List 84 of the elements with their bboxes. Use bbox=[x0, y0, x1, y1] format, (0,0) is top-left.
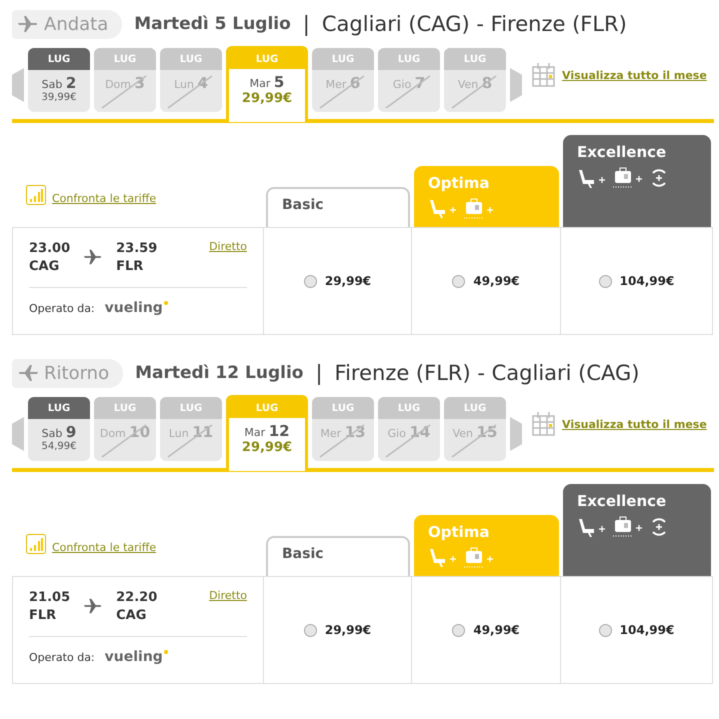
compare-link[interactable]: Confronta le tariffe bbox=[52, 192, 156, 205]
luggage-plus-icon bbox=[611, 516, 645, 538]
separator: | bbox=[315, 361, 323, 385]
fare-price: 49,99€ bbox=[473, 623, 520, 637]
calendar-icon[interactable] bbox=[532, 62, 556, 88]
unavailable-slash-icon bbox=[100, 74, 148, 110]
month-label: LUG bbox=[28, 48, 90, 70]
compare-link[interactable]: Confronta le tariffe bbox=[52, 541, 156, 554]
separator: | bbox=[302, 12, 310, 36]
unavailable-slash-icon bbox=[450, 423, 498, 459]
unavailable-slash-icon bbox=[318, 74, 366, 110]
route-title: Firenze (FLR) - Cagliari (CAG) bbox=[334, 361, 640, 385]
dot-icon bbox=[164, 650, 168, 654]
fare-radio[interactable] bbox=[304, 274, 317, 288]
flight-date: Martedì 5 Luglio bbox=[134, 14, 291, 34]
plane-icon bbox=[84, 597, 102, 615]
day-price: 39,99€ bbox=[42, 92, 76, 103]
unavailable-slash-icon bbox=[166, 423, 214, 459]
unavailable-slash-icon bbox=[384, 423, 432, 459]
luggage-plus-icon bbox=[462, 198, 496, 220]
month-label: LUG bbox=[28, 397, 90, 419]
unavailable-slash-icon bbox=[166, 74, 214, 110]
fare-name: Basic bbox=[282, 197, 325, 213]
day-price: 29,99€ bbox=[242, 91, 292, 106]
month-link[interactable]: Visualizza tutto il mese bbox=[562, 68, 707, 82]
fare-name: Basic bbox=[282, 546, 325, 562]
fare-radio[interactable] bbox=[304, 624, 317, 636]
fare-name: Optima bbox=[428, 174, 491, 192]
departure: 23.00 CAG bbox=[29, 240, 70, 276]
carrier-logo: vueling bbox=[104, 300, 163, 316]
day-tab[interactable]: LUG Sab 9 54,99€ bbox=[28, 397, 90, 461]
route-title: Cagliari (CAG) - Firenze (FLR) bbox=[322, 12, 627, 36]
day-tab[interactable]: LUG Mar 5 29,99€ bbox=[226, 46, 308, 122]
departure: 21.05 FLR bbox=[29, 589, 70, 624]
plane-icon bbox=[84, 248, 102, 266]
carrier-logo: vueling bbox=[104, 649, 163, 666]
fare-radio[interactable] bbox=[598, 624, 612, 636]
operated-label: Operato da: bbox=[29, 650, 95, 664]
fare-price: 29,99€ bbox=[324, 274, 372, 288]
unavailable-slash-icon bbox=[450, 74, 498, 110]
month-label: LUG bbox=[229, 398, 305, 418]
month-label: LUG bbox=[229, 49, 305, 69]
fare-name: Excellence bbox=[577, 143, 668, 161]
fare-price: 49,99€ bbox=[473, 274, 520, 288]
fare-radio[interactable] bbox=[452, 624, 466, 636]
fare-name: Excellence bbox=[577, 492, 668, 510]
day-label: Sab 9 bbox=[42, 423, 76, 441]
unavailable-slash-icon bbox=[384, 74, 432, 110]
direct-link[interactable]: Diretto bbox=[209, 240, 247, 253]
calendar-icon[interactable] bbox=[532, 411, 556, 437]
direct-link[interactable]: Diretto bbox=[209, 589, 247, 602]
fare-name: Optima bbox=[428, 523, 491, 541]
leg-label: Ritorno bbox=[44, 362, 110, 384]
fare-radio[interactable] bbox=[452, 274, 466, 288]
leg-label: Andata bbox=[44, 14, 108, 34]
fare-price: 104,99€ bbox=[620, 623, 674, 637]
seat-plus-icon bbox=[428, 198, 458, 218]
day-tab[interactable]: LUG Sab 2 39,99€ bbox=[28, 48, 90, 112]
plane-icon bbox=[18, 14, 38, 34]
day-price: 54,99€ bbox=[42, 441, 76, 452]
day-label: Mar 12 bbox=[244, 422, 290, 440]
unavailable-slash-icon bbox=[318, 423, 366, 459]
luggage-plus-icon bbox=[611, 167, 645, 189]
fare-price: 104,99€ bbox=[620, 274, 674, 288]
month-link[interactable]: Visualizza tutto il mese bbox=[562, 418, 707, 430]
seat-plus-icon bbox=[577, 168, 607, 188]
chart-icon bbox=[26, 534, 46, 554]
day-tab[interactable]: LUG Mar 12 29,99€ bbox=[226, 395, 308, 471]
fare-radio[interactable] bbox=[598, 274, 612, 288]
day-price: 29,99€ bbox=[242, 440, 292, 455]
arrival: 23.59 FLR bbox=[116, 240, 158, 276]
plane-icon bbox=[18, 363, 38, 383]
dot-icon bbox=[164, 301, 168, 306]
day-label: Sab 2 bbox=[42, 74, 76, 92]
seat-plus-icon bbox=[577, 517, 607, 537]
chart-icon bbox=[26, 185, 46, 205]
day-label: Mar 5 bbox=[250, 73, 284, 91]
seat-plus-icon bbox=[428, 547, 458, 567]
luggage-plus-icon bbox=[462, 547, 496, 569]
operated-label: Operato da: bbox=[29, 302, 95, 315]
flight-date: Martedì 12 Luglio bbox=[135, 363, 304, 383]
fare-price: 29,99€ bbox=[324, 623, 372, 637]
arrival: 22.20 CAG bbox=[116, 589, 158, 624]
unavailable-slash-icon bbox=[100, 423, 148, 459]
